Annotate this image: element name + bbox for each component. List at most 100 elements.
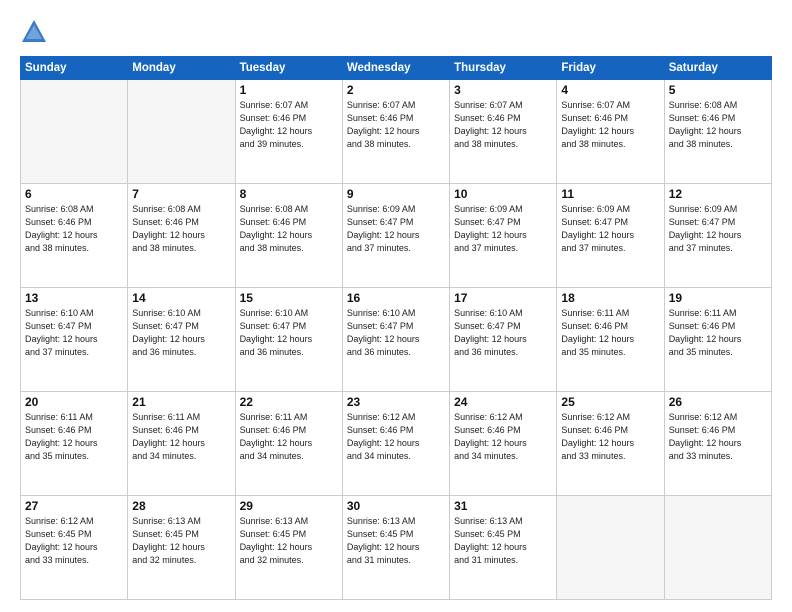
day-number: 22 bbox=[240, 395, 338, 409]
day-info: Sunrise: 6:11 AM Sunset: 6:46 PM Dayligh… bbox=[132, 411, 230, 463]
calendar-cell: 5Sunrise: 6:08 AM Sunset: 6:46 PM Daylig… bbox=[664, 80, 771, 184]
day-info: Sunrise: 6:12 AM Sunset: 6:46 PM Dayligh… bbox=[669, 411, 767, 463]
day-info: Sunrise: 6:12 AM Sunset: 6:46 PM Dayligh… bbox=[454, 411, 552, 463]
day-number: 24 bbox=[454, 395, 552, 409]
day-info: Sunrise: 6:10 AM Sunset: 6:47 PM Dayligh… bbox=[240, 307, 338, 359]
day-number: 29 bbox=[240, 499, 338, 513]
weekday-tuesday: Tuesday bbox=[235, 57, 342, 80]
calendar-cell: 9 Sunrise: 6:09 AM Sunset: 6:47 PM Daylig… bbox=[342, 184, 449, 288]
day-info: Sunrise: 6:12 AM Sunset: 6:46 PM Dayligh… bbox=[347, 411, 445, 463]
day-info: Sunrise: 6:10 AM Sunset: 6:47 PM Dayligh… bbox=[132, 307, 230, 359]
day-info: Sunrise: 6:13 AM Sunset: 6:45 PM Dayligh… bbox=[347, 515, 445, 567]
day-number: 25 bbox=[561, 395, 659, 409]
day-number: 15 bbox=[240, 291, 338, 305]
day-info: Sunrise: 6:09 AM Sunset: 6:47 PM Dayligh… bbox=[454, 203, 552, 255]
weekday-friday: Friday bbox=[557, 57, 664, 80]
day-number: 16 bbox=[347, 291, 445, 305]
weekday-saturday: Saturday bbox=[664, 57, 771, 80]
calendar-cell: 11 Sunrise: 6:09 AM Sunset: 6:47 PM Dayli… bbox=[557, 184, 664, 288]
weekday-thursday: Thursday bbox=[450, 57, 557, 80]
day-number: 19 bbox=[669, 291, 767, 305]
day-number: 12 bbox=[669, 187, 767, 201]
day-number: 3 bbox=[454, 83, 552, 97]
calendar-cell: 20 Sunrise: 6:11 AM Sunset: 6:46 PM Dayli… bbox=[21, 392, 128, 496]
day-number: 30 bbox=[347, 499, 445, 513]
day-info: Sunrise: 6:13 AM Sunset: 6:45 PM Dayligh… bbox=[240, 515, 338, 567]
day-number: 20 bbox=[25, 395, 123, 409]
day-number: 13 bbox=[25, 291, 123, 305]
day-number: 8 bbox=[240, 187, 338, 201]
calendar-cell: 29 Sunrise: 6:13 AM Sunset: 6:45 PM Dayli… bbox=[235, 496, 342, 600]
logo-icon bbox=[20, 18, 48, 46]
day-number: 27 bbox=[25, 499, 123, 513]
calendar-cell: 30 Sunrise: 6:13 AM Sunset: 6:45 PM Dayli… bbox=[342, 496, 449, 600]
calendar-cell: 17 Sunrise: 6:10 AM Sunset: 6:47 PM Dayli… bbox=[450, 288, 557, 392]
calendar-cell: 14 Sunrise: 6:10 AM Sunset: 6:47 PM Dayli… bbox=[128, 288, 235, 392]
calendar-cell: 12 Sunrise: 6:09 AM Sunset: 6:47 PM Dayli… bbox=[664, 184, 771, 288]
calendar-table: SundayMondayTuesdayWednesdayThursdayFrid… bbox=[20, 56, 772, 600]
day-info: Sunrise: 6:12 AM Sunset: 6:46 PM Dayligh… bbox=[561, 411, 659, 463]
week-row-5: 27 Sunrise: 6:12 AM Sunset: 6:45 PM Dayli… bbox=[21, 496, 772, 600]
weekday-sunday: Sunday bbox=[21, 57, 128, 80]
calendar-cell: 25 Sunrise: 6:12 AM Sunset: 6:46 PM Dayli… bbox=[557, 392, 664, 496]
week-row-4: 20 Sunrise: 6:11 AM Sunset: 6:46 PM Dayli… bbox=[21, 392, 772, 496]
calendar-cell: 23 Sunrise: 6:12 AM Sunset: 6:46 PM Dayli… bbox=[342, 392, 449, 496]
week-row-2: 6 Sunrise: 6:08 AM Sunset: 6:46 PM Daylig… bbox=[21, 184, 772, 288]
calendar-cell bbox=[128, 80, 235, 184]
day-info: Sunrise: 6:07 AM Sunset: 6:46 PM Dayligh… bbox=[240, 99, 338, 151]
calendar-cell: 3Sunrise: 6:07 AM Sunset: 6:46 PM Daylig… bbox=[450, 80, 557, 184]
calendar-cell: 2 Sunrise: 6:07 AM Sunset: 6:46 PM Daylig… bbox=[342, 80, 449, 184]
calendar-cell: 28 Sunrise: 6:13 AM Sunset: 6:45 PM Dayli… bbox=[128, 496, 235, 600]
calendar-cell: 13Sunrise: 6:10 AM Sunset: 6:47 PM Dayli… bbox=[21, 288, 128, 392]
calendar-cell: 26Sunrise: 6:12 AM Sunset: 6:46 PM Dayli… bbox=[664, 392, 771, 496]
calendar-cell: 31 Sunrise: 6:13 AM Sunset: 6:45 PM Dayli… bbox=[450, 496, 557, 600]
calendar-cell: 15 Sunrise: 6:10 AM Sunset: 6:47 PM Dayli… bbox=[235, 288, 342, 392]
calendar-cell: 22Sunrise: 6:11 AM Sunset: 6:46 PM Dayli… bbox=[235, 392, 342, 496]
day-number: 18 bbox=[561, 291, 659, 305]
day-number: 7 bbox=[132, 187, 230, 201]
day-info: Sunrise: 6:11 AM Sunset: 6:46 PM Dayligh… bbox=[669, 307, 767, 359]
day-info: Sunrise: 6:13 AM Sunset: 6:45 PM Dayligh… bbox=[132, 515, 230, 567]
day-number: 11 bbox=[561, 187, 659, 201]
day-info: Sunrise: 6:11 AM Sunset: 6:46 PM Dayligh… bbox=[561, 307, 659, 359]
calendar-cell: 19 Sunrise: 6:11 AM Sunset: 6:46 PM Dayli… bbox=[664, 288, 771, 392]
day-number: 2 bbox=[347, 83, 445, 97]
calendar-cell bbox=[664, 496, 771, 600]
day-number: 10 bbox=[454, 187, 552, 201]
weekday-wednesday: Wednesday bbox=[342, 57, 449, 80]
weekday-header-row: SundayMondayTuesdayWednesdayThursdayFrid… bbox=[21, 57, 772, 80]
day-number: 21 bbox=[132, 395, 230, 409]
day-number: 14 bbox=[132, 291, 230, 305]
calendar-cell bbox=[557, 496, 664, 600]
day-info: Sunrise: 6:10 AM Sunset: 6:47 PM Dayligh… bbox=[347, 307, 445, 359]
day-info: Sunrise: 6:08 AM Sunset: 6:46 PM Dayligh… bbox=[132, 203, 230, 255]
day-info: Sunrise: 6:11 AM Sunset: 6:46 PM Dayligh… bbox=[25, 411, 123, 463]
page-header bbox=[20, 18, 772, 46]
day-info: Sunrise: 6:09 AM Sunset: 6:47 PM Dayligh… bbox=[669, 203, 767, 255]
day-number: 9 bbox=[347, 187, 445, 201]
day-number: 31 bbox=[454, 499, 552, 513]
day-info: Sunrise: 6:07 AM Sunset: 6:46 PM Dayligh… bbox=[561, 99, 659, 151]
day-number: 4 bbox=[561, 83, 659, 97]
day-number: 6 bbox=[25, 187, 123, 201]
calendar-cell: 7 Sunrise: 6:08 AM Sunset: 6:46 PM Daylig… bbox=[128, 184, 235, 288]
day-info: Sunrise: 6:12 AM Sunset: 6:45 PM Dayligh… bbox=[25, 515, 123, 567]
calendar-cell bbox=[21, 80, 128, 184]
day-info: Sunrise: 6:10 AM Sunset: 6:47 PM Dayligh… bbox=[454, 307, 552, 359]
day-info: Sunrise: 6:13 AM Sunset: 6:45 PM Dayligh… bbox=[454, 515, 552, 567]
day-number: 23 bbox=[347, 395, 445, 409]
calendar-cell: 10 Sunrise: 6:09 AM Sunset: 6:47 PM Dayli… bbox=[450, 184, 557, 288]
day-number: 28 bbox=[132, 499, 230, 513]
weekday-monday: Monday bbox=[128, 57, 235, 80]
day-info: Sunrise: 6:09 AM Sunset: 6:47 PM Dayligh… bbox=[561, 203, 659, 255]
logo bbox=[20, 18, 52, 46]
day-number: 17 bbox=[454, 291, 552, 305]
week-row-1: 1 Sunrise: 6:07 AM Sunset: 6:46 PM Daylig… bbox=[21, 80, 772, 184]
day-info: Sunrise: 6:08 AM Sunset: 6:46 PM Dayligh… bbox=[669, 99, 767, 151]
day-info: Sunrise: 6:09 AM Sunset: 6:47 PM Dayligh… bbox=[347, 203, 445, 255]
calendar-cell: 4 Sunrise: 6:07 AM Sunset: 6:46 PM Daylig… bbox=[557, 80, 664, 184]
calendar-cell: 24 Sunrise: 6:12 AM Sunset: 6:46 PM Dayli… bbox=[450, 392, 557, 496]
day-info: Sunrise: 6:08 AM Sunset: 6:46 PM Dayligh… bbox=[25, 203, 123, 255]
day-info: Sunrise: 6:07 AM Sunset: 6:46 PM Dayligh… bbox=[347, 99, 445, 151]
day-number: 1 bbox=[240, 83, 338, 97]
